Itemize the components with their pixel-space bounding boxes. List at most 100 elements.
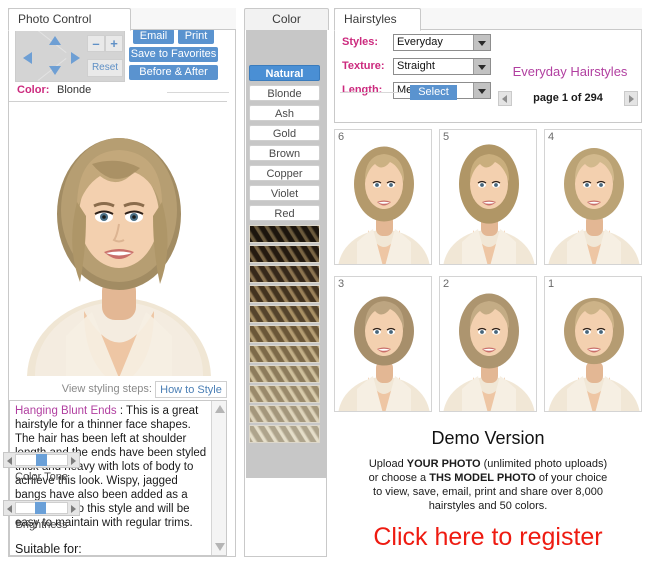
demo-line1-c: (unlimited photo uploads) <box>481 458 608 470</box>
hairstyle-studio-app: Photo Control – + Reset Email Print Save… <box>0 0 650 563</box>
filter-select-value: Straight <box>397 60 435 72</box>
hairstyle-thumbnail-5[interactable]: 5 <box>439 129 537 265</box>
color-tone-right-icon[interactable] <box>71 457 76 465</box>
save-to-favorites-button[interactable]: Save to Favorites <box>129 47 218 62</box>
hairstyle-thumbnail-2[interactable]: 2 <box>439 276 537 412</box>
hair-color-swatch-11[interactable] <box>249 425 320 443</box>
filter-select-styles[interactable]: Everyday <box>393 34 491 51</box>
brightness-slider[interactable] <box>3 500 80 516</box>
color-button-brown[interactable]: Brown <box>249 145 320 161</box>
filter-select-value: Everyday <box>397 36 443 48</box>
print-button[interactable]: Print <box>178 29 214 44</box>
photo-dpad[interactable]: – + Reset <box>15 30 125 82</box>
color-button-copper[interactable]: Copper <box>249 165 320 181</box>
scroll-down-icon[interactable] <box>215 543 225 551</box>
register-link[interactable]: Click here to register <box>334 523 642 552</box>
hairstyle-thumbnail-1[interactable]: 1 <box>544 276 642 412</box>
hair-color-swatch-8[interactable] <box>249 365 320 383</box>
filter-select-texture[interactable]: Straight <box>393 58 491 75</box>
brightness-right-icon[interactable] <box>71 505 76 513</box>
tab-color[interactable]: Color <box>244 8 329 30</box>
pan-down-icon[interactable] <box>49 66 61 75</box>
color-button-red[interactable]: Red <box>249 205 320 221</box>
demo-line3: to view, save, email, print and share ov… <box>373 486 603 498</box>
thumbnail-number: 1 <box>548 278 554 290</box>
thumbnail-illustration <box>440 130 537 265</box>
demo-line4: hairstyles and 50 colors. <box>429 500 548 512</box>
styling-steps-row: View styling steps: How to Style <box>9 381 227 399</box>
chevron-down-icon[interactable] <box>473 35 490 50</box>
hairstyle-thumbnail-3[interactable]: 3 <box>334 276 432 412</box>
before-after-button[interactable]: Before & After <box>129 65 218 80</box>
description-scrollbar[interactable] <box>211 401 226 555</box>
demo-line1-a: Upload <box>369 458 407 470</box>
next-page-button[interactable] <box>624 91 638 106</box>
how-to-style-button[interactable]: How to Style <box>155 381 227 398</box>
style-description-title: Hanging Blunt Ends <box>15 405 117 417</box>
hairstyles-heading: Everyday Hairstyles <box>500 64 640 79</box>
hair-color-swatch-6[interactable] <box>249 325 320 343</box>
color-row-rule <box>167 92 229 93</box>
thumbnail-number: 3 <box>338 278 344 290</box>
tab-hairstyles[interactable]: Hairstyles <box>334 8 421 31</box>
email-button[interactable]: Email <box>133 29 174 44</box>
scroll-up-icon[interactable] <box>215 405 225 413</box>
pan-left-icon[interactable] <box>23 52 32 64</box>
hairstyle-thumbnail-4[interactable]: 4 <box>544 129 642 265</box>
select-button[interactable]: Select <box>410 85 457 100</box>
tab-photo-control[interactable]: Photo Control <box>8 8 131 31</box>
thumbnail-illustration <box>335 277 432 412</box>
brightness-left-icon[interactable] <box>7 505 12 513</box>
brightness-thumb[interactable] <box>35 502 46 514</box>
chevron-down-icon[interactable] <box>473 83 490 98</box>
demo-title: Demo Version <box>334 428 642 449</box>
hair-color-swatch-7[interactable] <box>249 345 320 363</box>
model-photo[interactable] <box>14 106 224 376</box>
color-button-gold[interactable]: Gold <box>249 125 320 141</box>
style-description-sep: : <box>117 405 126 417</box>
reset-button[interactable]: Reset <box>87 59 123 77</box>
color-tone-label: Color Tone <box>3 471 80 483</box>
color-tone-thumb[interactable] <box>36 454 47 466</box>
color-button-ash[interactable]: Ash <box>249 105 320 121</box>
hairstyle-thumbnail-grid: 6 54 3 2 1 <box>334 129 642 414</box>
hair-color-swatch-9[interactable] <box>249 385 320 403</box>
zoom-in-button[interactable]: + <box>105 35 123 52</box>
hair-color-swatch-10[interactable] <box>249 405 320 423</box>
demo-line1-b: YOUR PHOTO <box>407 458 481 470</box>
filter-label-styles: Styles: <box>342 36 378 48</box>
demo-version-block: Demo Version Upload YOUR PHOTO (unlimite… <box>334 425 642 557</box>
color-button-blonde[interactable]: Blonde <box>249 85 320 101</box>
hairstyle-thumbnail-6[interactable]: 6 <box>334 129 432 265</box>
color-tone-slider[interactable] <box>3 452 80 468</box>
color-button-natural[interactable]: Natural <box>249 65 320 81</box>
color-tone-left-icon[interactable] <box>7 457 12 465</box>
thumbnail-illustration <box>440 277 537 412</box>
hair-color-swatch-2[interactable] <box>249 245 320 263</box>
demo-body: Upload YOUR PHOTO (unlimited photo uploa… <box>334 457 642 513</box>
pan-right-icon[interactable] <box>71 52 80 64</box>
brightness-control: Brightness <box>3 500 80 531</box>
model-photo-illustration <box>14 106 224 376</box>
color-tone-control: Color Tone <box>3 452 80 483</box>
hair-color-swatch-5[interactable] <box>249 305 320 323</box>
tab-hairstyles-label: Hairstyles <box>344 12 397 26</box>
styling-steps-label: View styling steps: <box>62 383 152 395</box>
hair-color-swatch-3[interactable] <box>249 265 320 283</box>
thumbnail-number: 6 <box>338 131 344 143</box>
hairstyles-tab-filler <box>410 8 642 30</box>
pan-up-icon[interactable] <box>49 36 61 45</box>
photo-panel-divider <box>9 101 227 102</box>
hair-color-swatch-1[interactable] <box>249 225 320 243</box>
color-button-violet[interactable]: Violet <box>249 185 320 201</box>
demo-line2-c: of your choice <box>536 472 608 484</box>
photo-tab-filler <box>120 8 236 30</box>
chevron-down-icon[interactable] <box>473 59 490 74</box>
thumbnail-illustration <box>335 130 432 265</box>
page-indicator: page 1 of 294 <box>498 92 638 104</box>
hairstyles-pager: page 1 of 294 <box>498 91 638 107</box>
zoom-out-button[interactable]: – <box>87 35 105 52</box>
thumbnail-illustration <box>545 130 642 265</box>
thumbnail-number: 2 <box>443 278 449 290</box>
hair-color-swatch-4[interactable] <box>249 285 320 303</box>
